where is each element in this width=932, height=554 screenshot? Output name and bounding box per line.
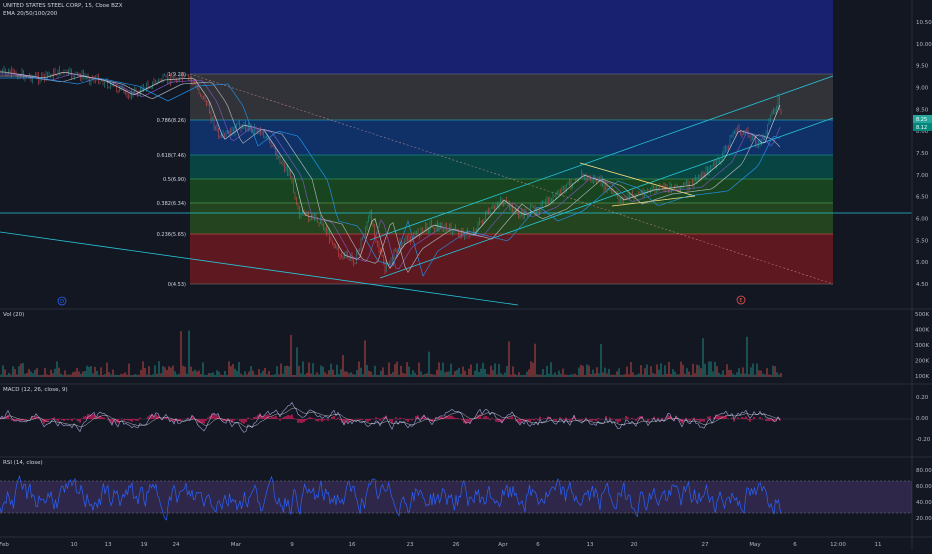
- current-price-tags: 8.25 8.12: [913, 115, 932, 131]
- rsi-axis-label: 40.00: [916, 500, 932, 506]
- fib-label-0236: 0.236(5.65): [157, 232, 186, 238]
- volume-bars: [0, 330, 782, 377]
- time-axis-label: 26: [453, 542, 460, 548]
- price-axis-label: 6.50: [916, 195, 929, 201]
- rsi-axis-label: 20.00: [916, 516, 932, 522]
- fib-label-0: 0(4.53): [168, 282, 186, 288]
- ema-indicator-legend[interactable]: EMA 20/50/100/200: [3, 11, 57, 17]
- price-axis-label: 8.50: [916, 107, 929, 113]
- macd-pane-title[interactable]: MACD (12, 26, close, 9): [3, 387, 68, 393]
- fib-label-0382: 0.382(6.34): [157, 201, 186, 207]
- time-axis[interactable]: Feb 10 13 19 24 Mar 9 16 23 26 Apr 6 13 20 27 May 6 12:00…: [0, 542, 882, 548]
- volume-axis-label: 500K: [915, 312, 929, 318]
- time-axis-label: 10: [71, 542, 78, 548]
- time-axis-label: 13: [105, 542, 112, 548]
- rsi-pane-title[interactable]: RSI (14, close): [3, 460, 43, 466]
- time-axis-label: 6: [536, 542, 540, 548]
- time-axis-label: 11: [875, 542, 882, 548]
- time-axis-label: 12:00: [830, 542, 846, 548]
- time-axis-label: 27: [702, 542, 709, 548]
- time-axis-label: 13: [587, 542, 594, 548]
- secondary-price-tag: 8.12: [916, 125, 927, 131]
- time-axis-label: 24: [173, 542, 180, 548]
- volume-axis-label: 400K: [915, 328, 929, 334]
- symbol-title[interactable]: UNITED STATES STEEL CORP, 15, Cboe BZX: [3, 3, 122, 9]
- earnings-marker-label: E: [739, 298, 742, 304]
- fib-zone-1: [190, 74, 833, 120]
- chart-canvas[interactable]: 0.786(8.26) 0.618(7.46) 0.5(6.90) 0.382(…: [0, 0, 932, 550]
- time-axis-label: Apr: [498, 542, 508, 548]
- macd-axis: 0.20 0.00 -0.20: [916, 395, 931, 443]
- rsi-axis-label: 60.00: [916, 484, 932, 490]
- price-axis-label: 9.00: [916, 86, 929, 92]
- volume-axis: 500K 400K 300K 200K 100K: [915, 312, 929, 380]
- rsi-axis: 80.00 60.00 40.00 20.00: [916, 468, 932, 522]
- volume-axis-label: 100K: [915, 374, 929, 380]
- fib-label-0618: 0.618(7.46): [157, 153, 186, 159]
- macd-axis-label: -0.20: [916, 437, 931, 443]
- time-axis-label: 16: [349, 542, 356, 548]
- price-axis-label: 9.50: [916, 64, 929, 70]
- fib-zone-05: [190, 179, 833, 203]
- volume-axis-label: 300K: [915, 343, 929, 349]
- chart-workspace[interactable]: 0.786(8.26) 0.618(7.46) 0.5(6.90) 0.382(…: [0, 0, 932, 550]
- current-price-tag: 8.25: [916, 117, 927, 123]
- fib-zone-0618: [190, 155, 833, 179]
- time-axis-label: 19: [141, 542, 148, 548]
- fib-zone-0786: [190, 120, 833, 155]
- fib-zone-0236: [190, 234, 833, 284]
- macd-axis-label: 0.00: [916, 416, 929, 422]
- macd-axis-label: 0.20: [916, 395, 929, 401]
- price-axis-label: 5.50: [916, 238, 929, 244]
- price-axis-label: 4.50: [916, 282, 929, 288]
- volume-pane-title[interactable]: Vol (20): [3, 312, 24, 318]
- time-axis-label: 20: [631, 542, 638, 548]
- fib-labels: 0.786(8.26) 0.618(7.46) 0.5(6.90) 0.382(…: [157, 72, 186, 288]
- price-axis-label: 5.00: [916, 260, 929, 266]
- time-axis-label: 9: [290, 542, 294, 548]
- fib-zone-0382: [190, 203, 833, 234]
- fib-label-0786: 0.786(8.26): [157, 118, 186, 124]
- volume-axis-label: 200K: [915, 359, 929, 365]
- time-axis-label: Mar: [231, 542, 242, 548]
- time-axis-label: 6: [793, 542, 797, 548]
- rsi-axis-label: 80.00: [916, 468, 932, 474]
- time-axis-label: May: [749, 542, 761, 548]
- time-axis-label: 23: [407, 542, 414, 548]
- price-axis[interactable]: 10.5010.009.509.008.508.007.507.006.506.…: [916, 20, 932, 288]
- price-axis-label: 7.50: [916, 151, 929, 157]
- fib-label-05: 0.5(6.90): [163, 177, 186, 183]
- price-axis-label: 7.00: [916, 173, 929, 179]
- price-axis-label: 10.50: [916, 20, 932, 26]
- price-axis-label: 10.00: [916, 42, 932, 48]
- price-axis-label: 6.00: [916, 217, 929, 223]
- fib-zone-top: [190, 0, 833, 74]
- macd-series: [0, 401, 781, 433]
- time-axis-label: Feb: [0, 542, 9, 548]
- dividend-marker-label: D: [60, 299, 64, 305]
